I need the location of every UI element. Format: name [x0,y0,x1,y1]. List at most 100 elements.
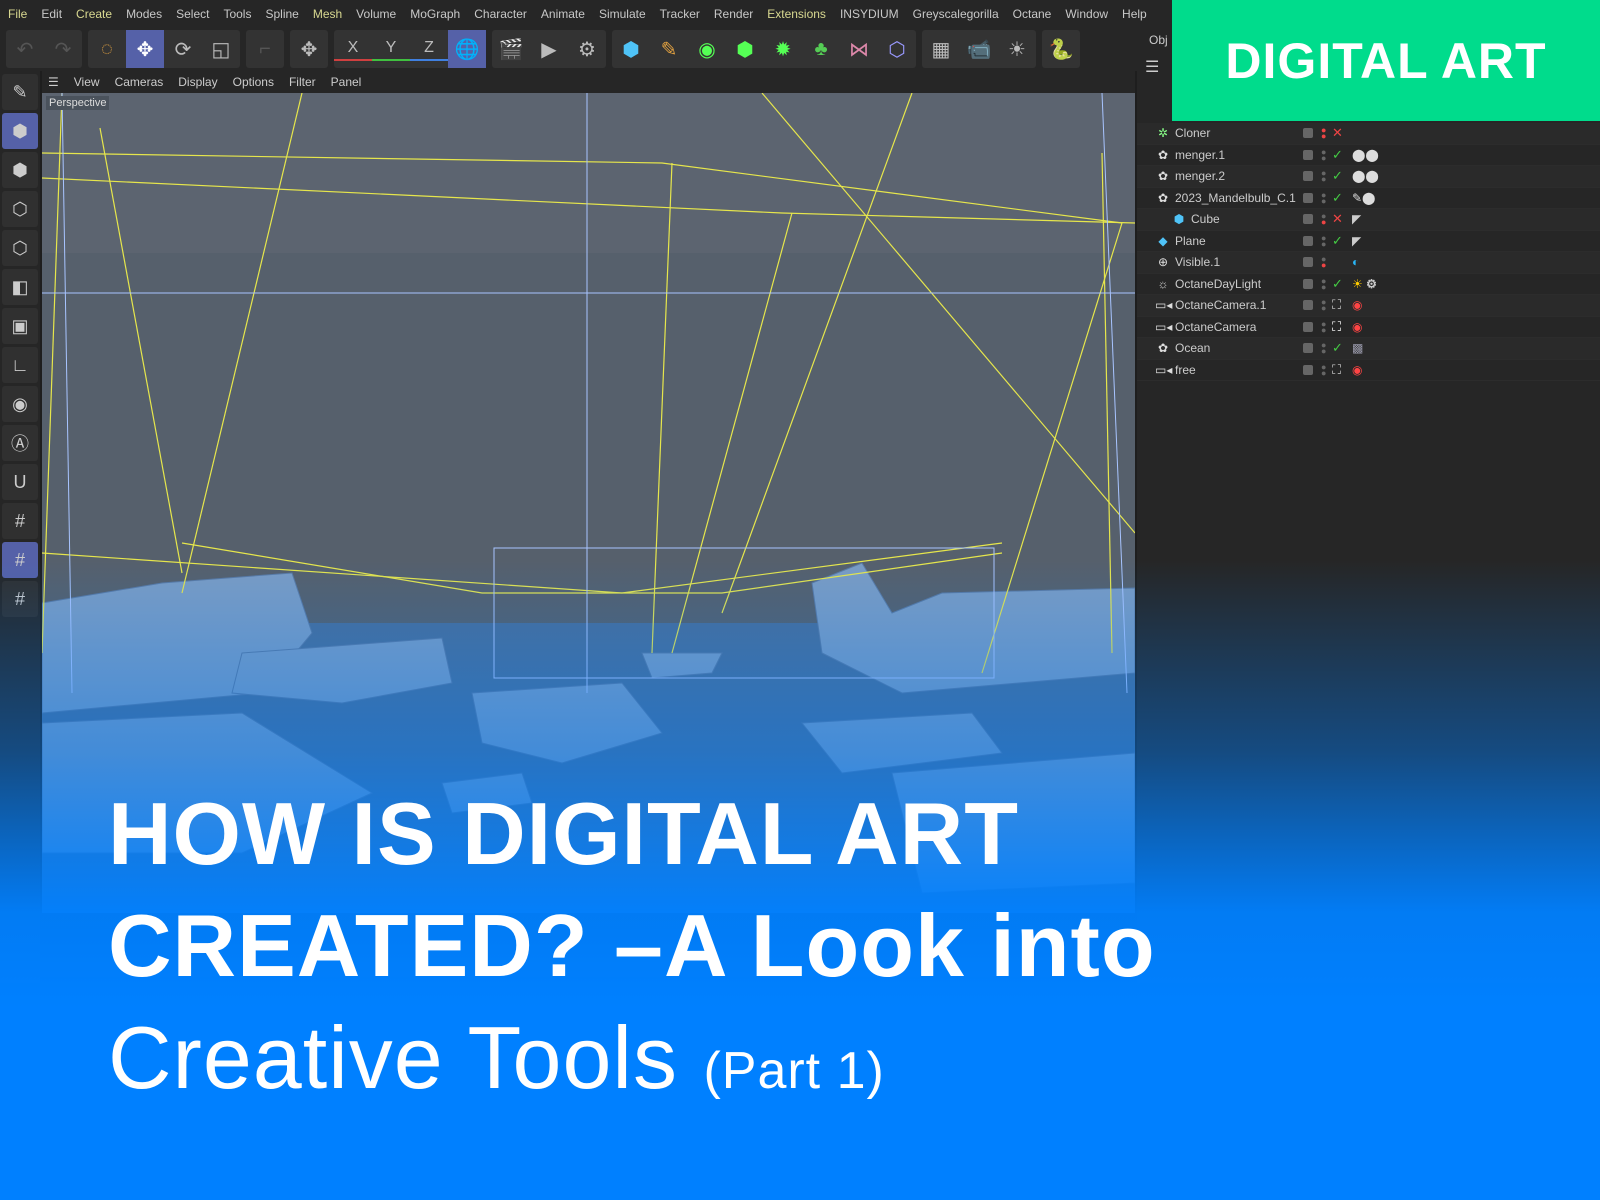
cube-icon[interactable]: ⬢ [612,30,650,68]
object-row-cloner[interactable]: ✲ Cloner ● ● ✕ [1137,123,1600,145]
render-region-icon[interactable]: 🎬 [492,30,530,68]
menu-edit[interactable]: Edit [41,7,62,21]
redo-icon[interactable]: ↷ [44,30,82,68]
visibility-dots[interactable]: ● ● [1321,190,1326,205]
object-row-ocean[interactable]: ✿ Ocean ● ● ✓ ▩ [1137,338,1600,360]
visibility-dots[interactable]: ● ● [1321,319,1326,334]
edit-icon[interactable] [1303,149,1313,160]
live-select-icon[interactable]: ◌ [88,30,126,68]
edit-icon[interactable] [1303,128,1313,139]
auto-key-icon[interactable]: Ⓐ [2,425,38,461]
mograph-effector-icon[interactable]: ♣ [802,30,840,68]
phong-tag[interactable]: ◤ [1352,212,1361,226]
edit-icon[interactable] [1303,343,1313,354]
edit-icon[interactable] [1303,300,1313,311]
deformer-icon[interactable]: ⋈ [840,30,878,68]
x-axis-lock[interactable]: X [334,37,372,61]
object-row-plane[interactable]: ◆ Plane ● ● ✓ ◤ [1137,230,1600,252]
object-row-mandelbulb[interactable]: ✿ 2023_Mandelbulb_C.1 ● ● ✓ ✎⬤ [1137,187,1600,209]
menu-window[interactable]: Window [1065,7,1108,21]
edit-icon[interactable] [1303,257,1313,268]
axis-mode-icon[interactable]: ∟ [2,347,38,383]
y-axis-lock[interactable]: Y [372,37,410,61]
edit-icon[interactable] [1303,235,1313,246]
visibility-dots[interactable]: ● ● [1321,276,1326,291]
menu-greyscalegorilla[interactable]: Greyscalegorilla [913,7,999,21]
viewport-menu-view[interactable]: View [74,75,100,89]
solo-icon[interactable]: ◉ [2,386,38,422]
render-view-icon[interactable]: ▶ [530,30,568,68]
transform-icon[interactable]: ✥ [290,30,328,68]
menu-file[interactable]: File [8,7,27,21]
floor-icon[interactable]: ▦ [922,30,960,68]
menu-modes[interactable]: Modes [126,7,162,21]
visibility-dots[interactable]: ● ● [1321,147,1326,162]
objects-tab[interactable]: Obj [1149,33,1168,47]
panel-menu-icon[interactable]: ☰ [1145,57,1159,77]
object-row-octanecamera-1[interactable]: ▭◂ OctaneCamera.1 ● ● ⛶ ◉ [1137,295,1600,317]
edit-icon[interactable] [1303,321,1313,332]
menu-character[interactable]: Character [474,7,527,21]
visibility-dots[interactable]: ● ● [1321,212,1326,227]
viewport-menu-display[interactable]: Display [178,75,217,89]
enabled-check-icon[interactable]: ✓ [1332,276,1343,292]
extrude-icon[interactable]: ⬢ [726,30,764,68]
polygons-mode-icon[interactable]: ◧ [2,269,38,305]
visibility-dots[interactable]: ● ● [1321,169,1326,184]
viewport-menu-cameras[interactable]: Cameras [115,75,164,89]
spline-pen-icon[interactable]: ✎ [650,30,688,68]
cloner-icon[interactable]: ✹ [764,30,802,68]
move-icon[interactable]: ✥ [126,30,164,68]
visibility-tag[interactable]: ◐ [1352,255,1359,269]
object-row-cube[interactable]: ⬢ Cube ● ● ✕ ◤ [1137,209,1600,231]
visibility-dots[interactable]: ● ● [1321,255,1326,270]
enabled-check-icon[interactable]: ✓ [1332,168,1343,184]
object-row-menger-1[interactable]: ✿ menger.1 ● ● ✓ ⬤⬤ [1137,144,1600,166]
edit-icon[interactable] [1303,214,1313,225]
menu-volume[interactable]: Volume [356,7,396,21]
viewport-menu-panel[interactable]: Panel [331,75,362,89]
menu-mograph[interactable]: MoGraph [410,7,460,21]
menu-extensions[interactable]: Extensions [767,7,826,21]
menu-octane[interactable]: Octane [1013,7,1052,21]
disabled-x-icon[interactable]: ✕ [1332,125,1343,141]
disabled-x-icon[interactable]: ✕ [1332,211,1343,227]
viewport-menu-filter[interactable]: Filter [289,75,316,89]
camera-active-icon[interactable]: ⛶ [1332,319,1341,335]
edges-mode-icon[interactable]: ⬡ [2,230,38,266]
edit-icon[interactable] [1303,171,1313,182]
edit-icon[interactable] [1303,364,1313,375]
object-row-free[interactable]: ▭◂ free ● ● ⛶ ◉ [1137,359,1600,381]
enabled-check-icon[interactable]: ✓ [1332,340,1343,356]
edit-icon[interactable] [1303,278,1313,289]
menu-render[interactable]: Render [714,7,753,21]
visibility-dots[interactable]: ● ● [1321,233,1326,248]
enabled-check-icon[interactable]: ✓ [1332,147,1343,163]
camera-icon[interactable]: 📹 [960,30,998,68]
light-icon[interactable]: ☀ [998,30,1036,68]
material-tag[interactable]: ⬤⬤ [1352,169,1379,183]
viewport-menu-icon[interactable]: ☰ [48,75,59,89]
camera-target-icon[interactable]: ⛶ [1332,297,1341,313]
menu-spline[interactable]: Spline [265,7,298,21]
undo-icon[interactable]: ↶ [6,30,44,68]
object-mode-icon[interactable]: ⬢ [2,152,38,188]
rotate-icon[interactable]: ⟳ [164,30,202,68]
uv-mode-icon[interactable]: ▣ [2,308,38,344]
edit-icon[interactable] [1303,192,1313,203]
menu-mesh[interactable]: Mesh [313,7,342,21]
enabled-check-icon[interactable]: ✓ [1332,190,1343,206]
subdivision-icon[interactable]: ◉ [688,30,726,68]
z-axis-lock[interactable]: Z [410,37,448,61]
menu-tracker[interactable]: Tracker [660,7,700,21]
material-tag[interactable]: ⬤⬤ [1352,148,1379,162]
magnet-icon[interactable]: U [2,464,38,500]
camera-target-icon[interactable]: ⛶ [1332,362,1341,378]
points-mode-icon[interactable]: ⬡ [2,191,38,227]
field-icon[interactable]: ⬡ [878,30,916,68]
viewport-menu-options[interactable]: Options [233,75,274,89]
object-row-octanecamera[interactable]: ▭◂ OctaneCamera ● ● ⛶ ◉ [1137,316,1600,338]
visibility-dots[interactable]: ● ● [1321,362,1326,377]
scale-icon[interactable]: ◱ [202,30,240,68]
world-coordinates-icon[interactable]: 🌐 [448,30,486,68]
